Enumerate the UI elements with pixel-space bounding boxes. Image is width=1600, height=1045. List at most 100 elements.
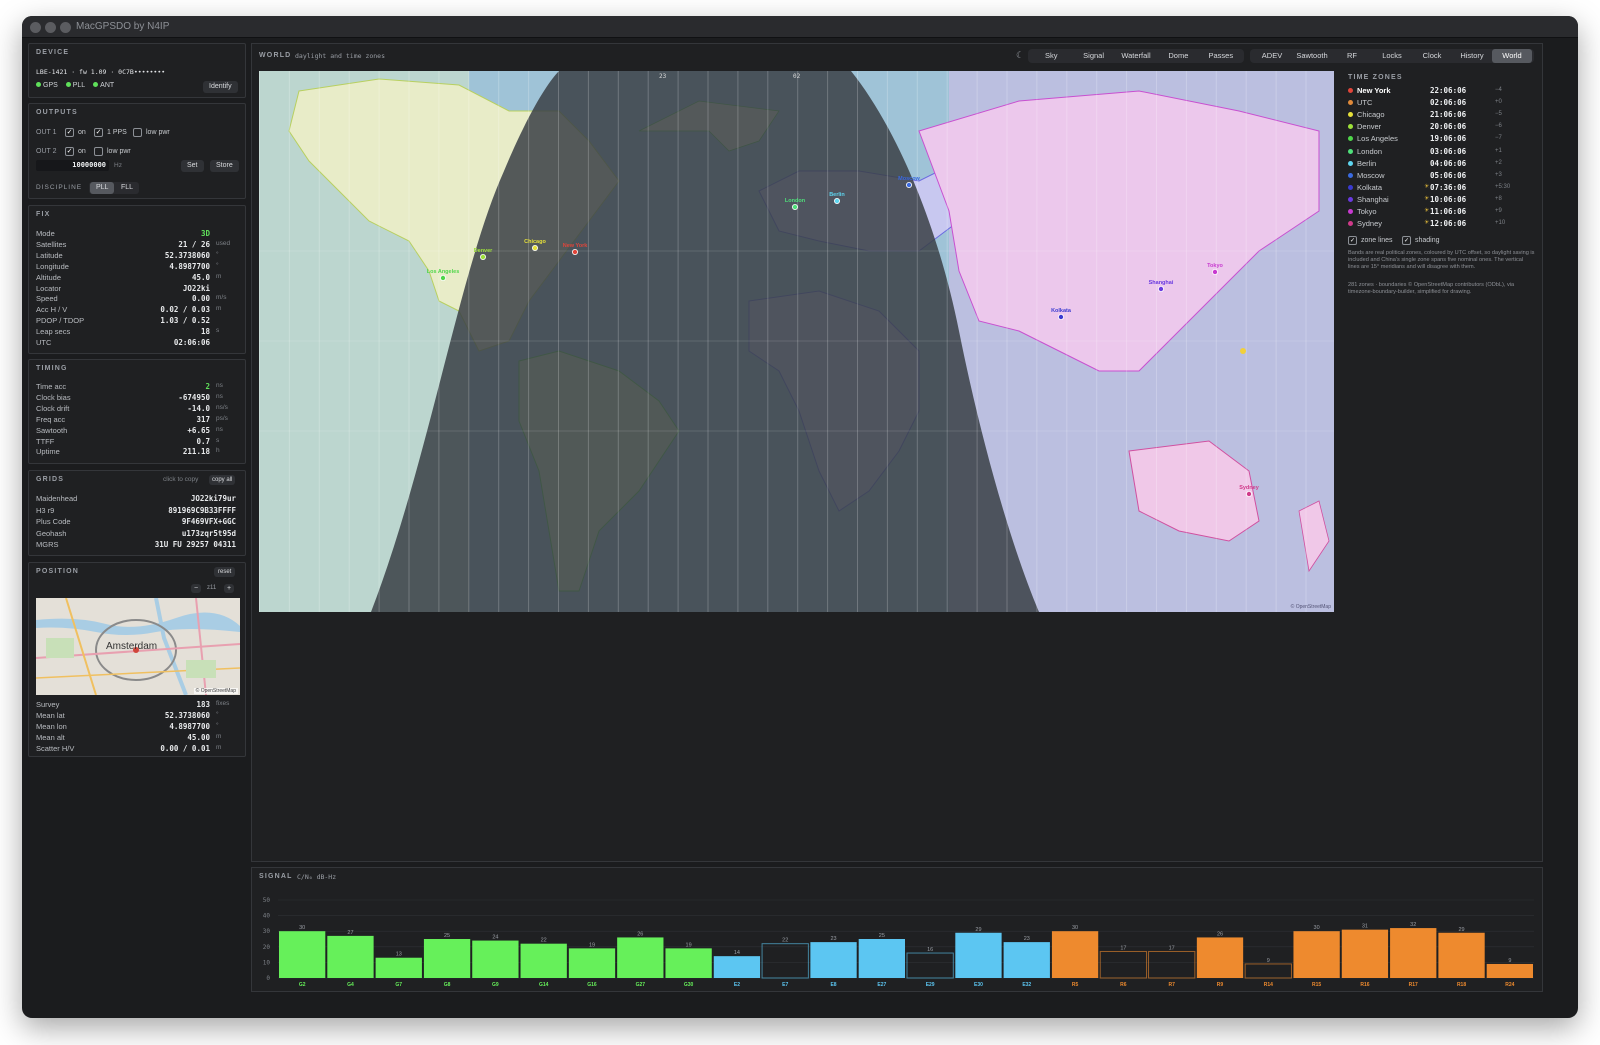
out1-on-label: on <box>78 129 86 136</box>
out2-low-pwr-label: low pwr <box>107 148 131 155</box>
signal-bar-g27[interactable] <box>617 937 664 978</box>
signal-bar-e29[interactable] <box>906 952 954 979</box>
satellite-label: E8 <box>830 982 836 988</box>
pll-option[interactable]: PLL <box>90 182 115 194</box>
satellite-label: R14 <box>1264 982 1273 988</box>
signal-bar-g16[interactable] <box>568 948 616 978</box>
time-zones-credit: 281 zones · boundaries © OpenStreetMap c… <box>1348 282 1515 295</box>
out1-pps-checkbox[interactable]: ✓ <box>94 128 103 137</box>
signal-bar-r7[interactable] <box>1148 950 1196 979</box>
signal-title: SIGNAL <box>259 873 293 880</box>
out1-on-checkbox[interactable]: ✓ <box>65 128 74 137</box>
out1-low-pwr-checkbox[interactable] <box>133 128 142 137</box>
grid-row[interactable]: H3 r9 891969C9B33FFFF <box>36 506 240 517</box>
signal-bar-g4[interactable] <box>327 935 374 978</box>
shading-checkbox[interactable]: ✓ <box>1402 236 1411 245</box>
out2-on-label: on <box>78 148 86 155</box>
out2-on-checkbox[interactable]: ✓ <box>65 147 74 156</box>
tz-name: Berlin <box>1357 158 1377 168</box>
zoom-in-button[interactable]: + <box>224 584 235 593</box>
signal-bar-r18[interactable] <box>1438 932 1485 978</box>
moon-icon[interactable]: ☾ <box>1016 50 1024 61</box>
tab-locks[interactable]: Locks <box>1372 49 1412 63</box>
tab-signal[interactable]: Signal <box>1072 49 1114 63</box>
timing-unit: ns <box>216 425 223 433</box>
signal-bar-g7[interactable] <box>375 957 422 978</box>
grid-key: Geohash <box>36 528 67 538</box>
signal-bar-r17[interactable] <box>1390 928 1437 978</box>
survey-value: 4.8987700 <box>169 721 210 731</box>
tz-time: 19:06:06 <box>1430 134 1467 144</box>
close-window-button[interactable] <box>30 22 41 33</box>
signal-bar-e2[interactable] <box>713 956 761 978</box>
signal-bar-e7[interactable] <box>761 943 809 979</box>
signal-bar-r6[interactable] <box>1099 950 1148 979</box>
tz-row: UTC 02:06:06 +0 <box>1348 98 1538 110</box>
tab-waterfall[interactable]: Waterfall <box>1115 49 1157 63</box>
store-button[interactable]: Store <box>210 160 239 172</box>
window-title: MacGPSDO by N4IP <box>76 21 170 32</box>
tz-color-dot <box>1348 160 1353 166</box>
grid-row[interactable]: Geohash u173zqr5t95d <box>36 529 240 540</box>
signal-bar-e32[interactable] <box>1003 942 1050 978</box>
signal-bar-e27[interactable] <box>858 939 905 978</box>
tab-rf[interactable]: RF <box>1332 49 1372 63</box>
reset-button[interactable]: reset <box>214 567 236 577</box>
tab-clock[interactable]: Clock <box>1412 49 1452 63</box>
signal-bar-e30[interactable] <box>955 932 1002 978</box>
grid-row[interactable]: Maidenhead JO22ki79ur <box>36 494 240 505</box>
tz-time: 04:06:06 <box>1430 158 1467 168</box>
frequency-input[interactable]: 10000000 <box>36 160 109 171</box>
signal-value-label: 22 <box>782 938 788 944</box>
signal-bar-g14[interactable] <box>520 943 567 978</box>
out2-low-pwr-checkbox[interactable] <box>94 147 103 156</box>
tab-history[interactable]: History <box>1452 49 1492 63</box>
tab-world[interactable]: World <box>1492 49 1532 63</box>
zone-lines-checkbox[interactable]: ✓ <box>1348 236 1357 245</box>
tz-color-dot <box>1348 100 1353 106</box>
signal-value-label: 32 <box>1410 922 1416 928</box>
discipline-label: DISCIPLINE <box>36 184 83 191</box>
position-map[interactable]: Amsterdam © OpenStreetMap <box>36 598 240 695</box>
signal-value-label: 23 <box>830 936 836 942</box>
discipline-toggle: PLL FLL <box>89 182 139 194</box>
grid-row[interactable]: Plus Code 9F469VFX+GGC <box>36 517 240 528</box>
signal-bar-g30[interactable] <box>665 948 712 978</box>
tab-passes[interactable]: Passes <box>1200 49 1242 63</box>
signal-bar-r16[interactable] <box>1341 929 1389 978</box>
tab-adev[interactable]: ADEV <box>1252 49 1292 63</box>
tz-offset: +3 <box>1495 171 1502 178</box>
tab-sky[interactable]: Sky <box>1030 49 1072 63</box>
signal-bar-g2[interactable] <box>279 931 326 978</box>
tab-dome[interactable]: Dome <box>1157 49 1199 63</box>
signal-bar-r15[interactable] <box>1293 931 1340 978</box>
signal-bar-r9[interactable] <box>1196 937 1244 978</box>
out1-low-pwr-label: low pwr <box>146 129 170 136</box>
zoom-out-button[interactable]: − <box>191 584 202 593</box>
signal-bar-g9[interactable] <box>472 940 519 978</box>
minimize-window-button[interactable] <box>45 22 56 33</box>
signal-bar-e8[interactable] <box>810 942 857 978</box>
time-zones-title: TIME ZONES <box>1348 74 1403 81</box>
world-map[interactable]: Los Angeles Denver Chicago New York London Be… <box>259 71 1334 612</box>
tz-time: 10:06:06 <box>1430 194 1467 204</box>
fll-option[interactable]: FLL <box>115 182 139 194</box>
identify-button[interactable]: Identify <box>203 81 238 93</box>
signal-value-label: 29 <box>975 927 981 933</box>
grid-row[interactable]: MGRS 31U FU 29257 04311 <box>36 540 240 551</box>
satellite-label: E7 <box>782 982 788 988</box>
tab-sawtooth[interactable]: Sawtooth <box>1292 49 1332 63</box>
fix-key: Altitude <box>36 272 62 282</box>
satellite-label: G4 <box>347 982 354 988</box>
copy-all-button[interactable]: copy all <box>209 475 236 485</box>
fix-key: Acc H / V <box>36 305 68 315</box>
signal-bar-r5[interactable] <box>1051 931 1099 978</box>
signal-bar-r14[interactable] <box>1244 963 1292 979</box>
signal-value-label: 19 <box>589 942 595 948</box>
signal-bar-r24[interactable] <box>1486 963 1533 978</box>
zoom-window-button[interactable] <box>60 22 71 33</box>
signal-bar-g8[interactable] <box>423 939 471 978</box>
set-button[interactable]: Set <box>181 160 204 172</box>
outputs-panel: OUTPUTS OUT 1 ✓ on ✓ 1 PPS low pwr OUT 2… <box>28 103 246 199</box>
tz-row: Denver 20:06:06 −6 <box>1348 122 1538 134</box>
